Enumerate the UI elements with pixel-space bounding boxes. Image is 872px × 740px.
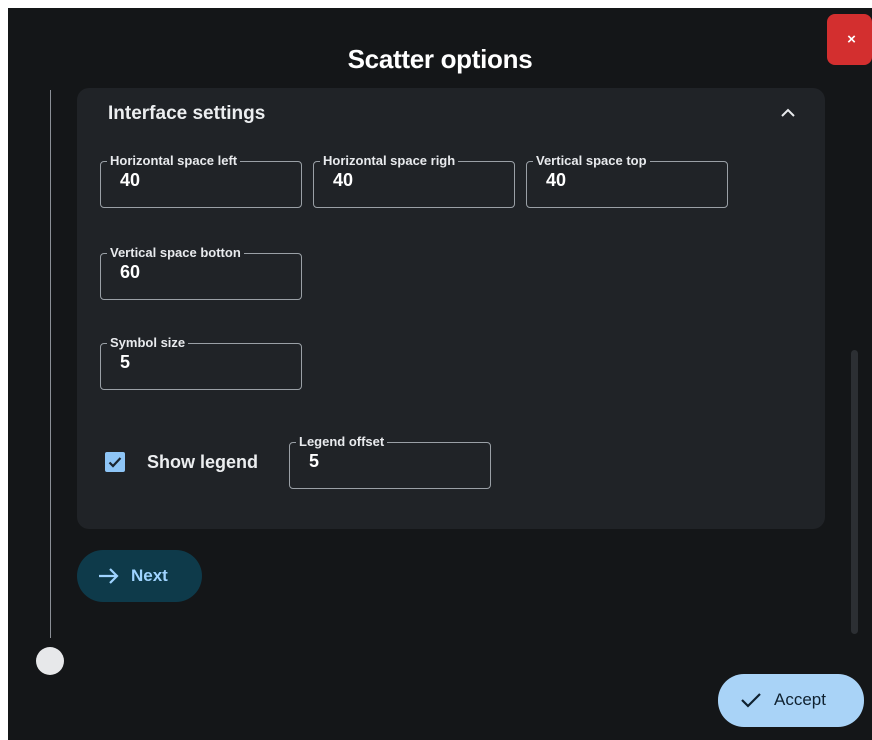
stepper-line (50, 90, 51, 638)
accept-button[interactable]: Accept (718, 674, 864, 727)
legend-offset-field[interactable]: Legend offset 5 (289, 435, 491, 489)
vertical-space-top-field[interactable]: Vertical space top 40 (526, 154, 728, 208)
scatter-options-dialog: × Scatter options Interface settings Hor… (8, 8, 872, 740)
field-value: 40 (333, 170, 354, 190)
field-label: Horizontal space righ (323, 154, 456, 168)
vertical-space-bottom-field[interactable]: Vertical space botton 60 (100, 246, 302, 300)
scrollbar-thumb[interactable] (851, 350, 858, 634)
field-outline: Symbol size (100, 336, 302, 390)
stepper-step-indicator (36, 647, 64, 675)
field-label: Symbol size (110, 336, 186, 350)
field-label: Vertical space top (536, 154, 647, 168)
arrow-right-icon (99, 568, 119, 584)
field-label: Legend offset (299, 435, 385, 449)
field-label: Horizontal space left (110, 154, 238, 168)
horizontal-space-right-field[interactable]: Horizontal space righ 40 (313, 154, 515, 208)
show-legend-checkbox[interactable] (105, 452, 125, 472)
field-value: 5 (309, 451, 320, 471)
accept-label: Accept (774, 690, 826, 709)
show-legend-label[interactable]: Show legend (147, 452, 258, 473)
next-button[interactable]: Next (77, 550, 202, 602)
check-icon (741, 693, 761, 708)
field-value: 40 (546, 170, 567, 190)
field-label: Vertical space botton (110, 246, 241, 260)
field-value: 40 (120, 170, 141, 190)
check-icon (108, 457, 122, 468)
chevron-up-icon[interactable] (778, 103, 798, 123)
next-label: Next (131, 566, 168, 585)
field-value: 5 (120, 352, 131, 372)
horizontal-space-left-field[interactable]: Horizontal space left 40 (100, 154, 302, 208)
interface-settings-panel: Interface settings Horizontal space left… (77, 88, 825, 529)
symbol-size-field[interactable]: Symbol size 5 (100, 336, 302, 390)
field-outline: Legend offset (289, 435, 491, 489)
field-value: 60 (120, 262, 141, 282)
panel-title: Interface settings (108, 103, 266, 124)
dialog-title: Scatter options (347, 44, 533, 74)
